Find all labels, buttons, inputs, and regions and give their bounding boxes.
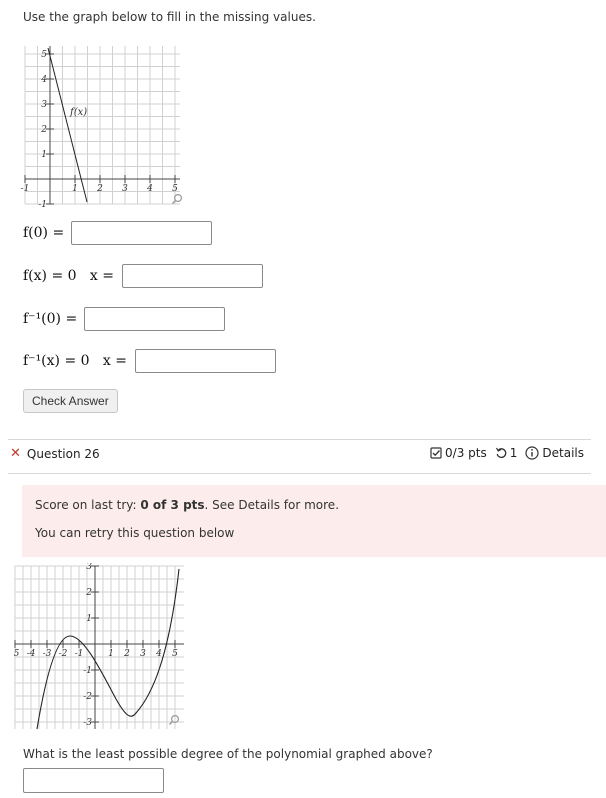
score-value: 0 of 3 pts: [140, 498, 205, 512]
x-tick-label: 2: [96, 184, 103, 194]
feedback-panel: Score on last try: 0 of 3 pts. See Detai…: [22, 485, 606, 557]
x-tick-label: -2: [59, 649, 68, 659]
y-tick-label: -1: [38, 200, 47, 210]
y-tick-label: 5: [41, 50, 47, 60]
x-tick-label: 5: [172, 649, 178, 659]
f-of-zero-label: f(0) =: [23, 225, 65, 241]
x-tick-label: 1: [108, 649, 114, 659]
last-try-score: Score on last try: 0 of 3 pts. See Detai…: [35, 498, 593, 512]
x-tick-label: 3: [122, 184, 128, 194]
y-tick-label: -3: [83, 718, 92, 728]
x-tick-label: 3: [140, 649, 146, 659]
x-tick-label: 4: [155, 649, 162, 659]
x-tick-label: -4: [27, 649, 36, 659]
x-tick-label: 2: [123, 649, 130, 659]
details-label: Details: [542, 446, 584, 460]
magnifier-icon[interactable]: [172, 193, 183, 204]
x-tick-label: -1: [75, 649, 84, 659]
y-tick-label: 3: [86, 563, 92, 572]
question-header: ✕ Question 26: [10, 446, 100, 461]
score-suffix: . See Details for more.: [204, 498, 340, 512]
question-prompt: Use the graph below to fill in the missi…: [23, 10, 316, 24]
f-zero-x-input[interactable]: [121, 264, 263, 288]
y-tick-label: 3: [41, 100, 47, 110]
y-tick-label: 4: [40, 75, 47, 85]
x-tick-label: 1: [72, 184, 78, 194]
function-graph: -1 1 2 3 4 5 5 4 3 2 1 -1 f(x): [21, 46, 183, 210]
y-tick-labels: 5 4 3 2 1 -1: [38, 50, 47, 210]
x-tick-labels: -1 1 2 3 4 5: [21, 184, 179, 194]
y-tick-label: -1: [83, 666, 92, 676]
finv-of-zero-row: f⁻¹(0) =: [23, 307, 226, 331]
finv-zero-x-row: f⁻¹(x) = 0 x =: [23, 349, 276, 373]
f-of-zero-row: f(0) =: [23, 221, 213, 245]
score-text: 0/3 pts: [445, 446, 487, 460]
x-icon: ✕: [10, 446, 21, 461]
y-tick-label: 2: [40, 125, 47, 135]
finv-of-zero-input[interactable]: [84, 307, 226, 331]
x-tick-label: -1: [21, 184, 30, 194]
y-tick-label: 2: [85, 588, 92, 598]
divider-top: [8, 439, 591, 440]
check-answer-button[interactable]: Check Answer: [23, 389, 118, 413]
x-tick-label: -3: [43, 649, 52, 659]
details-link[interactable]: Details: [525, 446, 584, 460]
finv-of-zero-label: f⁻¹(0) =: [23, 311, 78, 327]
graph-grid: [24, 46, 180, 205]
function-label: f(x): [69, 107, 87, 118]
question-title: Question 26: [26, 446, 100, 461]
checkbox-icon: [430, 447, 442, 459]
f-of-zero-input[interactable]: [71, 221, 213, 245]
finv-zero-x-input[interactable]: [134, 349, 276, 373]
info-icon: [525, 446, 539, 460]
retries-count: 1: [509, 446, 518, 460]
y-tick-label: 1: [41, 150, 47, 160]
degree-answer-input[interactable]: [23, 768, 164, 793]
finv-zero-x-label: f⁻¹(x) = 0 x =: [23, 353, 127, 369]
graph-axes: [24, 46, 180, 205]
magnifier-icon[interactable]: [169, 714, 180, 725]
y-tick-label: -2: [83, 692, 92, 702]
retry-icon: [495, 447, 507, 459]
f-zero-x-label: f(x) = 0 x =: [23, 268, 114, 284]
polynomial-graph: -5-4-3-2-112345 321-1-2-3: [14, 563, 184, 730]
divider-bottom: [8, 473, 591, 474]
y-tick-label: 1: [86, 614, 92, 624]
x-tick-label: 5: [172, 184, 178, 194]
score-prefix: Score on last try:: [35, 498, 141, 512]
x-tick-label: -5: [14, 649, 20, 659]
question-text: What is the least possible degree of the…: [23, 747, 433, 761]
question-meta: 0/3 pts 1 Details: [422, 446, 584, 460]
x-tick-label: 4: [146, 184, 153, 194]
f-zero-x-row: f(x) = 0 x =: [23, 264, 263, 288]
retry-message: You can retry this question below: [35, 526, 235, 540]
